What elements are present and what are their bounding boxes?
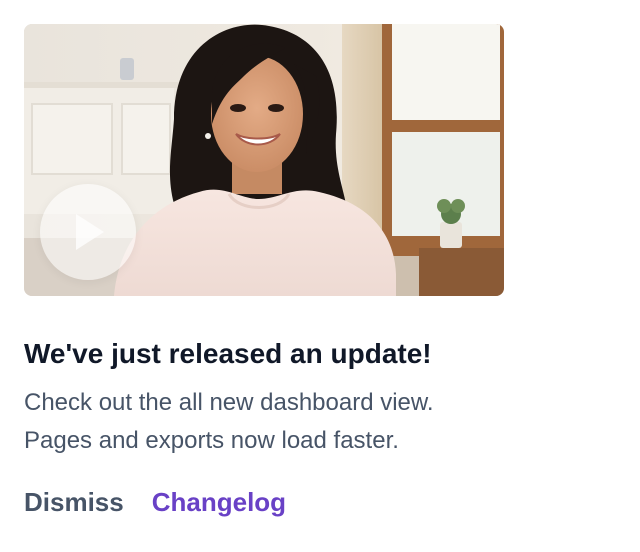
- play-button[interactable]: [40, 184, 136, 280]
- video-thumbnail[interactable]: [24, 24, 504, 296]
- notification-title: We've just released an update!: [24, 338, 432, 369]
- changelog-button[interactable]: Changelog: [152, 484, 286, 520]
- description-line-2: Pages and exports now load faster.: [24, 427, 399, 454]
- dismiss-button[interactable]: Dismiss: [24, 484, 124, 520]
- notification-description: Check out the all new dashboard view. Pa…: [24, 384, 584, 460]
- update-notification-card: We've just released an update! Check out…: [24, 24, 504, 520]
- description-line-1: Check out the all new dashboard view.: [24, 389, 434, 416]
- play-icon: [76, 214, 104, 250]
- notification-actions: Dismiss Changelog: [24, 484, 504, 520]
